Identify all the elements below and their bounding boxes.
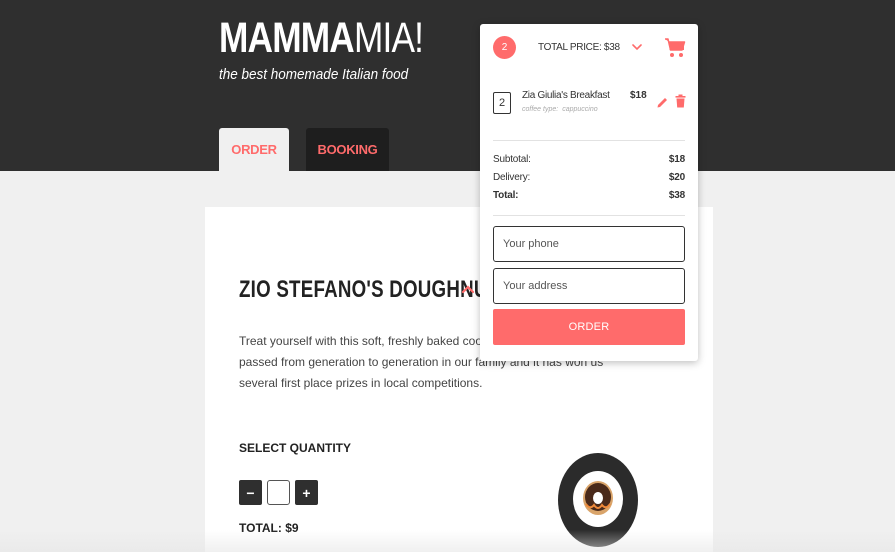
- quantity-label: SELECT QUANTITY: [239, 441, 352, 455]
- shopping-cart-icon[interactable]: [664, 37, 686, 59]
- cart-count-badge: 2: [493, 36, 516, 59]
- order-button[interactable]: ORDER: [493, 309, 685, 345]
- phone-input[interactable]: [493, 226, 685, 262]
- cart-divider: [493, 215, 685, 216]
- total-value: $38: [668, 190, 685, 201]
- total-label: Total:: [493, 190, 519, 201]
- cart-divider: [493, 140, 685, 141]
- total-row: Total: $38: [493, 190, 685, 201]
- product-total: TOTAL: $9: [239, 521, 299, 535]
- tab-order[interactable]: ORDER: [219, 128, 289, 171]
- cart-panel: 2 TOTAL PRICE: $38 2 Zia Giulia's Breakf…: [480, 24, 698, 361]
- cart-item-option-label: coffee type:: [522, 106, 559, 113]
- chevron-down-icon[interactable]: [631, 42, 643, 52]
- site-header: MAMMAMIA! the best homemade Italian food: [0, 0, 895, 171]
- tab-booking[interactable]: BOOKING: [306, 128, 389, 171]
- subtotal-label: Subtotal:: [493, 154, 531, 165]
- quantity-input[interactable]: [267, 480, 290, 505]
- delivery-value: $20: [668, 172, 685, 183]
- cart-item-quantity: 2: [493, 92, 511, 114]
- decrease-quantity-button[interactable]: −: [239, 480, 262, 505]
- doughnut-image: [558, 453, 638, 547]
- cart-total-price: TOTAL PRICE: $38: [538, 42, 620, 53]
- increase-quantity-button[interactable]: +: [295, 480, 318, 505]
- delivery-row: Delivery: $20: [493, 172, 685, 183]
- logo[interactable]: MAMMAMIA!: [219, 14, 424, 63]
- delivery-label: Delivery:: [493, 172, 531, 183]
- subtotal-value: $18: [668, 154, 685, 165]
- pencil-icon[interactable]: [656, 95, 668, 108]
- tagline: the best homemade Italian food: [219, 66, 409, 83]
- cart-item-option-value: cappuccino: [562, 106, 598, 113]
- trash-icon[interactable]: [675, 94, 686, 108]
- address-input[interactable]: [493, 268, 685, 304]
- chevron-up-icon[interactable]: [461, 282, 475, 296]
- subtotal-row: Subtotal: $18: [493, 154, 685, 165]
- cart-item-option: coffee type: cappuccino: [522, 106, 598, 113]
- cart-item-price: $18: [630, 90, 647, 101]
- logo-bold-text: MAMMA: [219, 14, 355, 62]
- cart-item-name: Zia Giulia's Breakfast: [522, 90, 610, 101]
- logo-light-text: MIA!: [353, 14, 424, 62]
